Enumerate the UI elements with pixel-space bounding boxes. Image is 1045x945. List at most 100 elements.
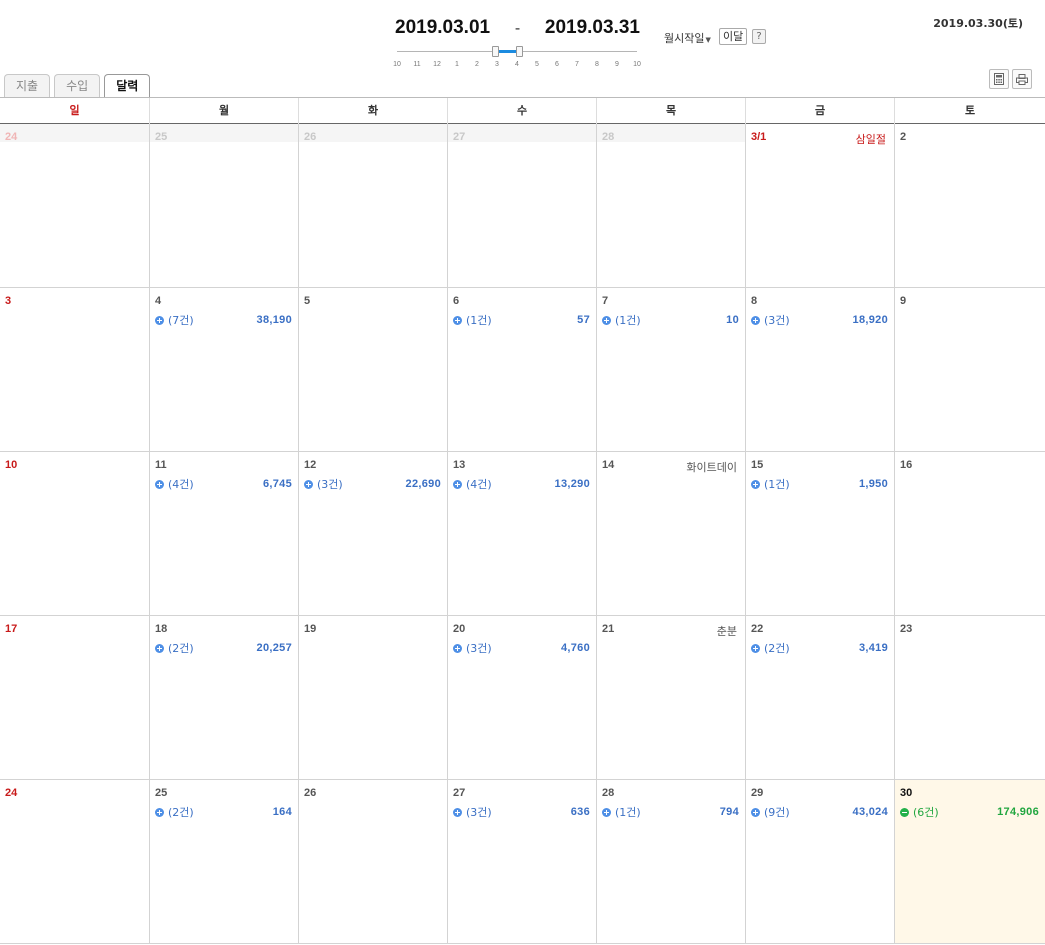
plus-circle-icon[interactable] — [751, 807, 760, 817]
day-cell[interactable]: 12 (3건) 22,690 — [298, 452, 447, 615]
day-cell[interactable]: 8 (3건) 18,920 — [745, 288, 894, 451]
calendar-week-row: 17 18 (2건) 20,257 19 20 (3건) 4,760 21 춘분 22 (2건) 3,4… — [0, 616, 1045, 780]
slider-tick-label: 8 — [595, 61, 599, 68]
day-number: 23 — [900, 623, 913, 635]
day-cell[interactable]: 3 — [0, 288, 149, 451]
day-cell[interactable]: 25 — [149, 124, 298, 287]
day-cell[interactable]: 28 — [596, 124, 745, 287]
this-month-button[interactable]: 이달 — [719, 28, 748, 45]
entry-amount: 57 — [577, 314, 590, 326]
holiday-label: 삼일절 — [855, 133, 886, 146]
entry-amount: 22,690 — [405, 478, 441, 490]
plus-circle-icon[interactable] — [751, 643, 760, 653]
day-cell[interactable]: 16 — [894, 452, 1045, 615]
weekday-header: 토 — [894, 98, 1045, 124]
day-cell[interactable]: 13 (4건) 13,290 — [447, 452, 596, 615]
day-cell[interactable]: 14 화이트데이 — [596, 452, 745, 615]
caret-down-icon: ▼ — [705, 36, 711, 44]
plus-circle-icon[interactable] — [751, 315, 760, 325]
plus-circle-icon[interactable] — [751, 479, 760, 489]
month-calendar: 일월화수목금토 24 25 26 27 28 3/1 삼일절 2 3 4 (7건) 38,190 5 6(… — [0, 97, 1045, 944]
plus-circle-icon[interactable] — [155, 479, 164, 489]
slider-start-handle[interactable] — [492, 46, 499, 57]
day-cell-today[interactable]: 30 (6건) 174,906 — [894, 780, 1045, 943]
day-cell[interactable]: 27 — [447, 124, 596, 287]
plus-circle-icon[interactable] — [155, 315, 164, 325]
day-cell[interactable]: 4 (7건) 38,190 — [149, 288, 298, 451]
plus-circle-icon[interactable] — [155, 807, 164, 817]
day-cell[interactable]: 17 — [0, 616, 149, 779]
slider-tick-label: 4 — [515, 61, 519, 68]
day-entry-summary[interactable]: (2건) 20,257 — [155, 641, 292, 655]
day-entry-summary[interactable]: (3건) 4,760 — [453, 641, 590, 655]
date-range: 2019.03.01 - 2019.03.31 — [395, 17, 640, 39]
day-entry-summary[interactable]: (2건) 3,419 — [751, 641, 888, 655]
month-range-slider[interactable]: 10 11 12 1 2 3 4 5 6 7 8 9 10 — [393, 46, 641, 72]
day-cell[interactable]: 27 (3건) 636 — [447, 780, 596, 943]
day-entry-summary[interactable]: (1건) 1,950 — [751, 477, 888, 491]
day-entry-summary[interactable]: (7건) 38,190 — [155, 313, 292, 327]
print-icon[interactable] — [1012, 69, 1032, 89]
day-cell[interactable]: 3/1 삼일절 — [745, 124, 894, 287]
day-entry-summary[interactable]: (4건) 6,745 — [155, 477, 292, 491]
day-cell[interactable]: 15 (1건) 1,950 — [745, 452, 894, 615]
tab-income[interactable]: 수입 — [54, 74, 101, 97]
day-cell[interactable]: 20 (3건) 4,760 — [447, 616, 596, 779]
plus-circle-icon[interactable] — [453, 807, 462, 817]
day-cell[interactable]: 18 (2건) 20,257 — [149, 616, 298, 779]
plus-circle-icon[interactable] — [304, 479, 313, 489]
day-entry-summary[interactable]: (1건) 57 — [453, 313, 590, 327]
day-cell[interactable]: 11 (4건) 6,745 — [149, 452, 298, 615]
plus-circle-icon[interactable] — [602, 315, 611, 325]
day-entry-summary[interactable]: (4건) 13,290 — [453, 477, 590, 491]
day-cell[interactable]: 7 (1건) 10 — [596, 288, 745, 451]
day-cell[interactable]: 9 — [894, 288, 1045, 451]
plus-circle-icon[interactable] — [453, 643, 462, 653]
plus-circle-icon[interactable] — [602, 807, 611, 817]
day-number: 16 — [900, 459, 913, 471]
day-cell[interactable]: 24 — [0, 780, 149, 943]
entry-count: (4건) — [168, 478, 194, 491]
day-cell[interactable]: 21 춘분 — [596, 616, 745, 779]
calculator-icon[interactable] — [989, 69, 1009, 89]
plus-circle-icon[interactable] — [453, 479, 462, 489]
plus-circle-icon[interactable] — [155, 643, 164, 653]
day-cell[interactable]: 10 — [0, 452, 149, 615]
day-cell[interactable]: 23 — [894, 616, 1045, 779]
day-number: 5 — [304, 295, 311, 307]
day-number: 27 — [453, 131, 466, 143]
slider-ticks: 10 11 12 1 2 3 4 5 6 7 8 9 10 — [391, 61, 643, 68]
day-cell[interactable]: 5 — [298, 288, 447, 451]
day-entry-summary[interactable]: (3건) 636 — [453, 805, 590, 819]
day-entry-summary[interactable]: (6건) 174,906 — [900, 805, 1039, 819]
day-entry-summary[interactable]: (9건) 43,024 — [751, 805, 888, 819]
month-start-dropdown[interactable]: 월시작일▼ — [664, 30, 711, 46]
tab-expense[interactable]: 지출 — [4, 74, 51, 97]
day-cell[interactable]: 24 — [0, 124, 149, 287]
slider-tick-label: 11 — [413, 61, 421, 68]
day-entry-summary[interactable]: (2건) 164 — [155, 805, 292, 819]
day-entry-summary[interactable]: (3건) 18,920 — [751, 313, 888, 327]
day-cell[interactable]: 22 (2건) 3,419 — [745, 616, 894, 779]
day-cell[interactable]: 2 — [894, 124, 1045, 287]
day-entry-summary[interactable]: (1건) 10 — [602, 313, 739, 327]
day-memo: 화이트데이 — [686, 461, 737, 474]
help-icon[interactable]: ? — [752, 29, 766, 44]
day-entry-summary[interactable]: (1건) 794 — [602, 805, 739, 819]
day-entry-summary[interactable]: (3건) 22,690 — [304, 477, 441, 491]
day-cell[interactable]: 25 (2건) 164 — [149, 780, 298, 943]
minus-circle-icon[interactable] — [900, 807, 909, 817]
day-number: 19 — [304, 623, 317, 635]
view-tabs: 지출 수입 달력 — [4, 74, 151, 98]
plus-circle-icon[interactable] — [453, 315, 462, 325]
slider-end-handle[interactable] — [516, 46, 523, 57]
day-cell[interactable]: 19 — [298, 616, 447, 779]
entry-count: (4건) — [466, 478, 492, 491]
day-cell[interactable]: 26 — [298, 124, 447, 287]
day-cell[interactable]: 26 — [298, 780, 447, 943]
day-cell[interactable]: 29 (9건) 43,024 — [745, 780, 894, 943]
day-cell[interactable]: 6 (1건) 57 — [447, 288, 596, 451]
day-cell[interactable]: 28 (1건) 794 — [596, 780, 745, 943]
tab-calendar[interactable]: 달력 — [104, 74, 151, 98]
day-number: 30 — [900, 787, 913, 799]
